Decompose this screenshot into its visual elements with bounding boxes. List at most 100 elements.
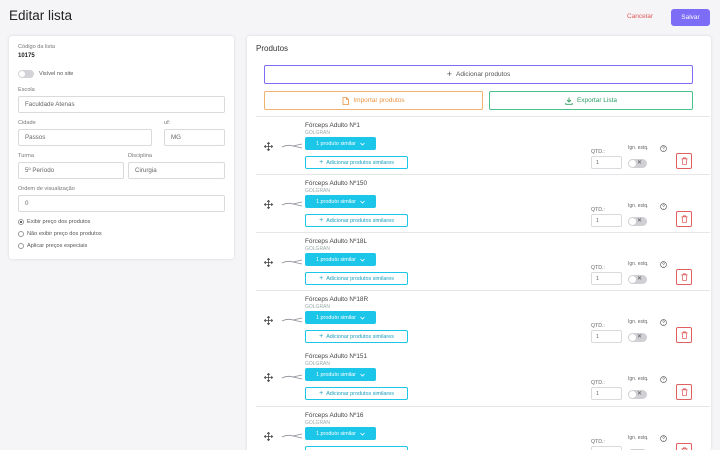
close-icon: ✕ — [637, 218, 643, 224]
drag-handle-icon[interactable] — [264, 258, 273, 267]
radio-button[interactable] — [18, 219, 24, 225]
quantity-input[interactable]: 1 — [591, 156, 622, 169]
ignore-stock-toggle[interactable]: ✕ — [628, 217, 647, 226]
product-brand: GOLGRAN — [305, 361, 331, 367]
list-details-card: Código da lista 10175 Visível no site Es… — [9, 36, 234, 259]
save-button[interactable]: Salvar — [671, 9, 710, 26]
export-list-label: Exportar Lista — [576, 97, 618, 104]
radio-button[interactable] — [18, 231, 24, 237]
similar-products-dropdown[interactable]: 1 produto similar — [305, 427, 376, 440]
product-image — [281, 201, 303, 207]
chevron-down-icon — [360, 316, 365, 320]
product-image — [281, 433, 303, 439]
class-field[interactable]: 5º Período — [18, 162, 124, 179]
quantity-label: QTD.: — [591, 439, 605, 445]
add-similar-products-button[interactable]: + Adicionar produtos similares — [305, 272, 408, 285]
delete-product-button[interactable] — [676, 153, 692, 169]
radio-label: Não exibir preço dos produtos — [27, 231, 102, 237]
ignore-stock-label: Ign. estq. — [628, 376, 649, 382]
delete-product-button[interactable] — [676, 384, 692, 400]
radio-button[interactable] — [18, 243, 24, 249]
help-icon[interactable] — [660, 435, 667, 442]
school-field[interactable]: Faculdade Atenas — [18, 96, 225, 113]
quantity-input[interactable]: 1 — [591, 330, 622, 343]
drag-handle-icon[interactable] — [264, 316, 273, 325]
plus-icon: + — [319, 333, 324, 340]
product-row: Fórceps Adulto Nº151 GOLGRAN 1 produto s… — [256, 348, 710, 406]
product-brand: GOLGRAN — [305, 420, 331, 426]
import-products-button[interactable]: Importar produtos — [264, 91, 483, 110]
ignore-stock-toggle[interactable]: ✕ — [628, 390, 647, 399]
discipline-label: Disciplina — [128, 153, 152, 159]
price-option-hide[interactable]: Não exibir preço dos produtos — [18, 231, 102, 237]
ignore-stock-toggle[interactable]: ✕ — [628, 275, 647, 284]
code-value: 10175 — [18, 53, 35, 59]
quantity-label: QTD.: — [591, 380, 605, 386]
visible-toggle[interactable] — [18, 70, 34, 78]
radio-label: Aplicar preços especiais — [27, 243, 88, 249]
quantity-input[interactable]: 1 — [591, 272, 622, 285]
product-image — [281, 374, 303, 380]
drag-handle-icon[interactable] — [264, 432, 273, 441]
close-icon: ✕ — [637, 276, 643, 282]
drag-handle-icon[interactable] — [264, 142, 273, 151]
product-brand: GOLGRAN — [305, 130, 331, 136]
help-icon[interactable] — [660, 145, 667, 152]
similar-products-dropdown[interactable]: 1 produto similar — [305, 311, 376, 324]
close-icon: ✕ — [637, 334, 643, 340]
add-products-button[interactable]: + Adicionar produtos — [264, 65, 693, 84]
similar-products-dropdown[interactable]: 1 produto similar — [305, 368, 376, 381]
chevron-down-icon — [360, 258, 365, 262]
add-similar-products-button[interactable]: + Adicionar produtos similares — [305, 446, 408, 450]
trash-icon — [681, 215, 687, 223]
product-brand: GOLGRAN — [305, 304, 331, 310]
delete-product-button[interactable] — [676, 211, 692, 227]
help-icon[interactable] — [660, 319, 667, 326]
import-products-label: Importar produtos — [353, 97, 405, 104]
product-name: Fórceps Adulto Nº16 — [305, 412, 364, 419]
delete-product-button[interactable] — [676, 269, 692, 285]
order-field[interactable]: 0 — [18, 195, 225, 212]
ignore-stock-toggle[interactable]: ✕ — [628, 159, 647, 168]
add-similar-products-button[interactable]: + Adicionar produtos similares — [305, 156, 408, 169]
delete-product-button[interactable] — [676, 443, 692, 450]
uf-field[interactable]: MG — [164, 129, 225, 146]
trash-icon — [681, 331, 687, 339]
product-name: Fórceps Adulto Nº150 — [305, 180, 368, 187]
discipline-field[interactable]: Cirurgia — [128, 162, 225, 179]
drag-handle-icon[interactable] — [264, 200, 273, 209]
city-label: Cidade — [18, 120, 36, 126]
delete-product-button[interactable] — [676, 327, 692, 343]
similar-products-dropdown[interactable]: 1 produto similar — [305, 195, 376, 208]
product-image — [281, 259, 303, 265]
add-similar-products-button[interactable]: + Adicionar produtos similares — [305, 330, 408, 343]
city-field[interactable]: Passos — [18, 129, 152, 146]
add-similar-products-button[interactable]: + Adicionar produtos similares — [305, 387, 408, 400]
plus-icon: + — [319, 275, 324, 282]
quantity-input[interactable]: 1 — [591, 214, 622, 227]
plus-icon: + — [319, 217, 324, 224]
similar-products-dropdown[interactable]: 1 produto similar — [305, 253, 376, 266]
product-image — [281, 317, 303, 323]
product-row: Fórceps Adulto Nº18R GOLGRAN 1 produto s… — [256, 290, 710, 348]
file-icon — [342, 96, 350, 105]
help-icon[interactable] — [660, 261, 667, 268]
add-similar-label: Adicionar produtos similares — [326, 217, 394, 224]
plus-icon: + — [319, 159, 324, 166]
cancel-button[interactable]: Cancelar — [623, 11, 657, 22]
export-list-button[interactable]: Exportar Lista — [489, 91, 693, 110]
help-icon[interactable] — [660, 203, 667, 210]
chevron-down-icon — [360, 200, 365, 204]
add-similar-products-button[interactable]: + Adicionar produtos similares — [305, 214, 408, 227]
price-option-show[interactable]: Exibir preço dos produtos — [18, 219, 90, 225]
ignore-stock-label: Ign. estq. — [628, 435, 649, 441]
drag-handle-icon[interactable] — [264, 373, 273, 382]
quantity-input[interactable]: 1 — [591, 387, 622, 400]
quantity-input[interactable]: 1 — [591, 446, 622, 450]
product-row: Fórceps Adulto Nº1 GOLGRAN 1 produto sim… — [256, 116, 710, 174]
price-option-special[interactable]: Aplicar preços especiais — [18, 243, 87, 249]
similar-products-dropdown[interactable]: 1 produto similar — [305, 137, 376, 150]
order-label: Ordem de visualização — [18, 186, 75, 192]
ignore-stock-toggle[interactable]: ✕ — [628, 333, 647, 342]
help-icon[interactable] — [660, 376, 667, 383]
